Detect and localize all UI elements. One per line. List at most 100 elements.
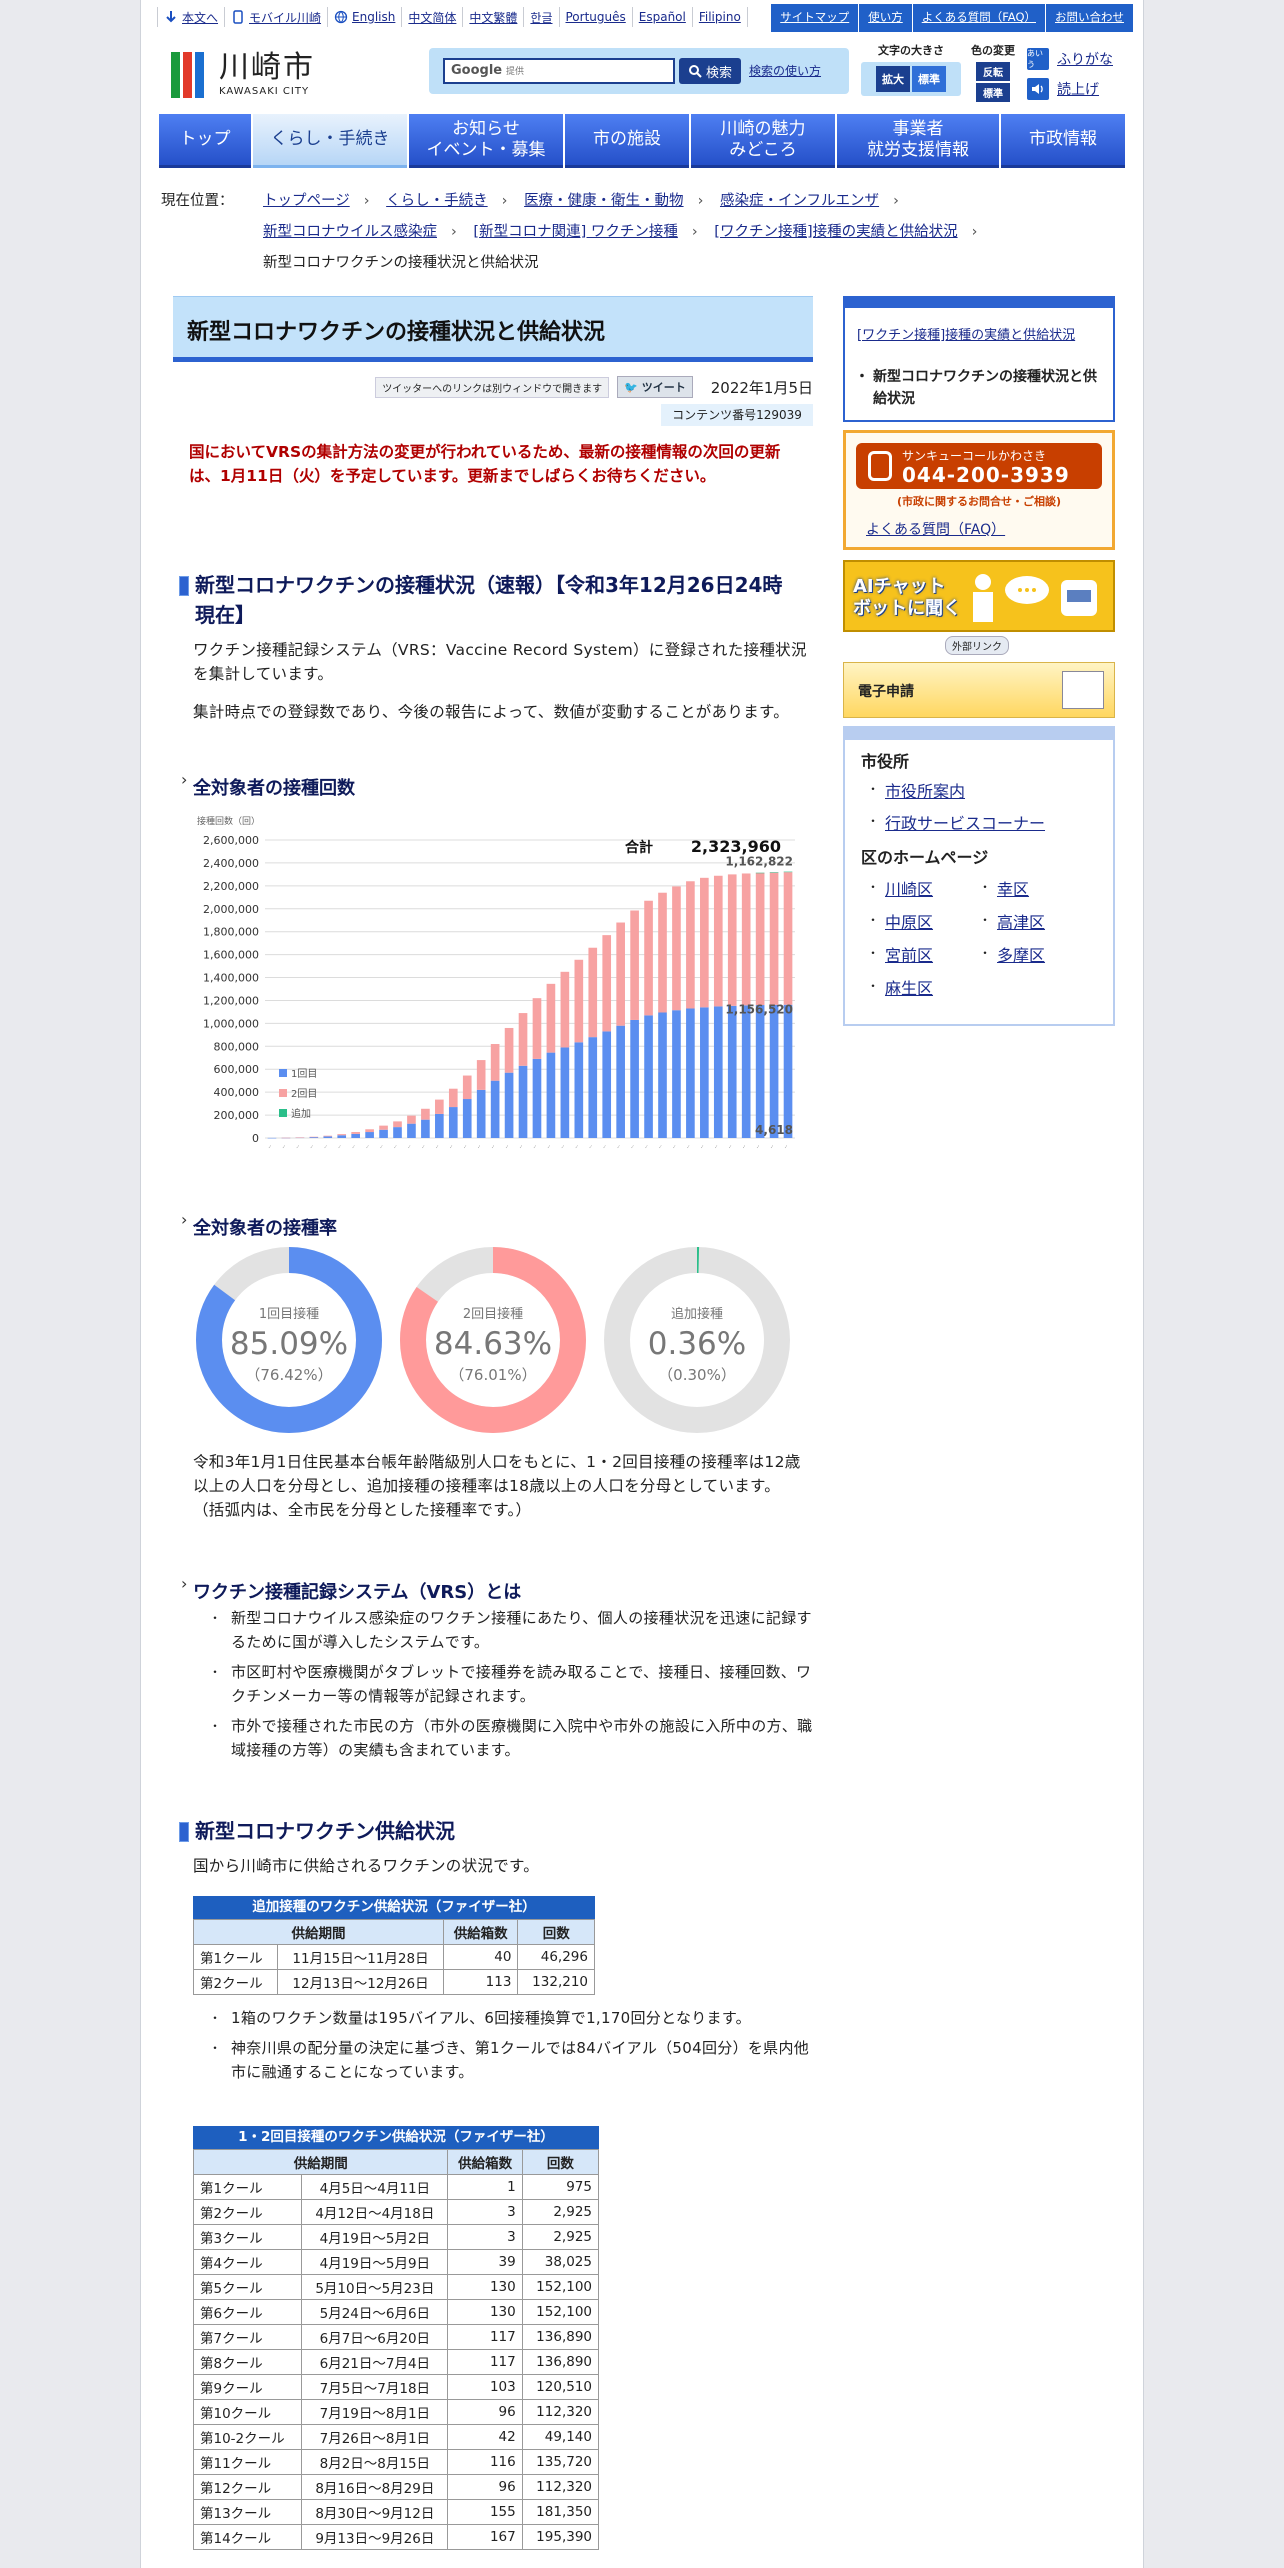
bar-2回目	[351, 1132, 360, 1134]
bar-2回目	[490, 1044, 500, 1081]
booster-label: 4,618	[755, 1123, 793, 1137]
ward-kawasaki-link[interactable]: 川崎区	[885, 876, 933, 900]
x-tick-label: --	[490, 1144, 497, 1151]
reading-tools: あいう ふりがな 読上げ	[1027, 48, 1113, 108]
bar-1回目	[504, 1072, 514, 1138]
sidebar-faq-link[interactable]: よくある質問（FAQ）	[866, 519, 1005, 539]
crumb-medical[interactable]: 医療・健康・衛生・動物	[524, 193, 684, 209]
skip-to-content-link[interactable]: 本文へ	[157, 7, 226, 27]
nav-attractions[interactable]: 川崎の魅力 みどころ	[691, 114, 835, 168]
y-tick-label: 2,600,000	[203, 834, 259, 847]
lang-zh-tw-link[interactable]: 中文繁體	[463, 7, 525, 27]
text-size-large-button[interactable]: 拡大	[876, 66, 910, 92]
faq-link[interactable]: よくある質問（FAQ）	[911, 4, 1045, 32]
ai-chatbot-banner[interactable]: AIチャット ボットに聞く	[843, 560, 1115, 632]
bar-2回目	[672, 886, 681, 1011]
nav-facilities[interactable]: 市の施設	[565, 114, 689, 168]
bar-2回目	[337, 1134, 347, 1136]
table-cell: 2,925	[521, 2224, 600, 2250]
ward-asao-link[interactable]: 麻生区	[885, 975, 933, 999]
admin-service-link[interactable]: 行政サービスコーナー	[885, 810, 1045, 834]
nav-living[interactable]: くらし・手続き	[253, 114, 407, 168]
site-logo[interactable]: 川崎市 KAWASAKI CITY	[171, 50, 361, 100]
booster-supply-caption: 追加接種のワクチン供給状況（ファイザー社）	[193, 1896, 595, 1919]
nav-news-events[interactable]: お知らせ イベント・募集	[409, 114, 563, 168]
list-item: 市区町村や医療機関がタブレットで接種券を読み取ることで、接種日、接種回数、ワクチ…	[209, 1660, 813, 1708]
table-row: 第1クール 11月15日～11月28日 40 46,296	[192, 1944, 595, 1970]
bar-2回目	[644, 900, 653, 1016]
page-title: 新型コロナワクチンの接種状況と供給状況	[187, 320, 606, 345]
ward-saiwai-link[interactable]: 幸区	[997, 876, 1029, 900]
city-hall-info-link[interactable]: 市役所案内	[885, 778, 965, 802]
x-tick-label: --	[420, 1144, 427, 1151]
table-row: 第2クール 12月13日～12月26日 113 132,210	[192, 1969, 595, 1995]
search-input[interactable]: Google 提供	[443, 58, 675, 84]
color-invert-button[interactable]: 反転	[976, 62, 1010, 81]
bar-1回目	[323, 1136, 333, 1138]
lang-ko-link[interactable]: 한글	[524, 7, 560, 27]
crumb-results[interactable]: [ワクチン接種]接種の実績と供給状況	[714, 224, 957, 240]
contact-link[interactable]: お問い合わせ	[1045, 4, 1133, 32]
lang-es-link[interactable]: Español	[633, 7, 693, 27]
donut-label: 1回目接種	[259, 1306, 319, 1322]
text-size-standard-button[interactable]: 標準	[912, 66, 946, 92]
table-cell: 112,320	[521, 2474, 600, 2500]
color-standard-button[interactable]: 標準	[976, 83, 1010, 102]
total-value: 2,323,960	[691, 837, 781, 856]
nav-top[interactable]: トップ	[159, 114, 251, 168]
update-notice: 国においてVRSの集計方法の変更が行われているため、最新の接種情報の次回の更新は…	[189, 443, 781, 485]
furigana-link[interactable]: ふりがな	[1057, 49, 1113, 69]
bar-1回目	[769, 1004, 779, 1138]
x-tick-label: --	[685, 1144, 692, 1151]
booster-supply-table: 追加接種のワクチン供給状況（ファイザー社） 供給期間 供給箱数 回数 第1クール…	[192, 1896, 595, 1995]
table-cell: 第7クール	[192, 2324, 303, 2350]
howto-link[interactable]: 使い方	[858, 4, 912, 32]
crumb-infection[interactable]: 感染症・インフルエンザ	[720, 193, 879, 209]
col-header: 回数	[517, 1919, 595, 1945]
x-tick-label: --	[560, 1144, 567, 1151]
call-center-button[interactable]: サンキューコールかわさき 044-200-3939	[856, 443, 1102, 489]
nav-business[interactable]: 事業者 就労支援情報	[837, 114, 999, 168]
bar-1回目	[476, 1089, 486, 1138]
bar-1回目	[686, 1008, 695, 1138]
lang-fil-link[interactable]: Filipino	[693, 7, 748, 27]
read-aloud-link[interactable]: 読上げ	[1057, 79, 1099, 99]
bar-1回目	[518, 1065, 528, 1138]
crumb-covid[interactable]: 新型コロナウイルス感染症	[263, 224, 437, 240]
y-tick-label: 2,200,000	[203, 880, 259, 893]
mobile-link[interactable]: モバイル川崎	[225, 7, 329, 27]
x-tick-label: --	[615, 1144, 622, 1151]
search-button[interactable]: 検索	[679, 58, 741, 84]
x-tick-label: --	[518, 1144, 525, 1151]
x-tick-label: --	[769, 1144, 776, 1151]
ward-miyamae-link[interactable]: 宮前区	[885, 942, 933, 966]
crumb-living[interactable]: くらし・手続き	[386, 193, 488, 209]
x-tick-label: --	[392, 1144, 399, 1151]
table-cell: 40	[442, 1944, 519, 1970]
bar-1回目	[672, 1010, 681, 1138]
total-label: 合計	[625, 839, 653, 856]
bar-1回目	[448, 1107, 458, 1138]
ward-tama-link[interactable]: 多摩区	[997, 942, 1045, 966]
lang-pt-link[interactable]: Português	[560, 7, 633, 27]
crumb-vaccine[interactable]: [新型コロナ関連] ワクチン接種	[473, 224, 677, 240]
sidebar-parent-link[interactable]: [ワクチン接種]接種の実績と供給状況	[857, 324, 1075, 343]
bar-1回目	[393, 1127, 402, 1138]
ward-takatsu-link[interactable]: 高津区	[997, 909, 1045, 933]
lang-zh-cn-link[interactable]: 中文简体	[402, 7, 464, 27]
lang-english-link[interactable]: English	[328, 7, 403, 27]
bar-2回目	[295, 1137, 305, 1138]
search-help-link[interactable]: 検索の使い方	[749, 62, 821, 79]
tweet-button[interactable]: 🐦 ツイート	[617, 376, 693, 398]
e-application-banner[interactable]: 電子申請	[843, 662, 1115, 718]
nav-city-admin[interactable]: 市政情報	[1001, 114, 1125, 168]
crumb-current: 新型コロナワクチンの接種状況と供給状況	[263, 255, 539, 271]
rate-note: 令和3年1月1日住民基本台帳年齢階級別人口をもとに、1・2回目接種の接種率は12…	[193, 1453, 801, 1519]
table-cell: 136,890	[521, 2349, 600, 2375]
text-size-control: 文字の大きさ 拡大 標準	[861, 42, 961, 96]
ward-nakahara-link[interactable]: 中原区	[885, 909, 933, 933]
crumb-top[interactable]: トップページ	[263, 193, 350, 209]
sitemap-link[interactable]: サイトマップ	[770, 4, 859, 32]
main-nav: トップ くらし・手続き お知らせ イベント・募集 市の施設 川崎の魅力 みどころ…	[159, 114, 1127, 168]
table-cell: 49,140	[521, 2424, 600, 2450]
